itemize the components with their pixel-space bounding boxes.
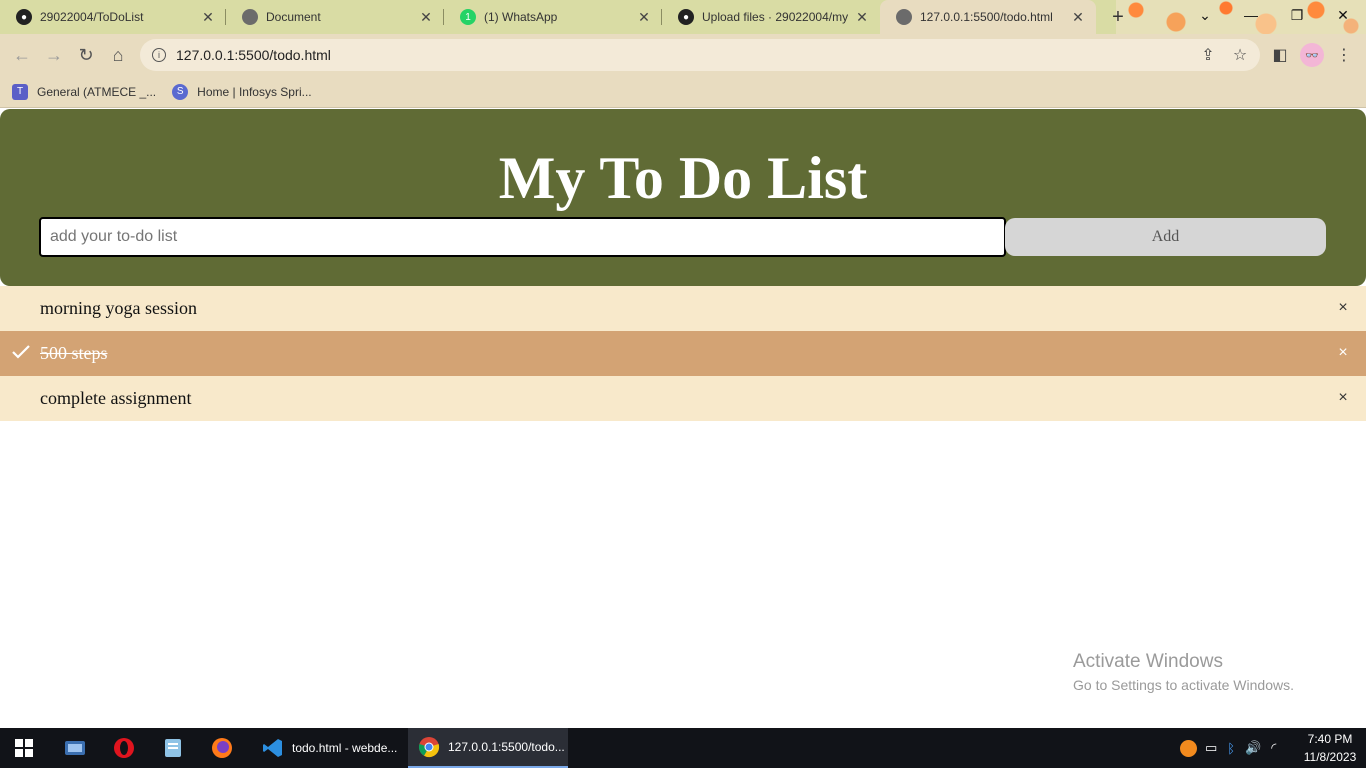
- delete-icon[interactable]: ×: [1334, 388, 1352, 408]
- browser-tab-strip: ● 29022004/ToDoList ✕ Document ✕ 1 (1) W…: [0, 0, 1366, 34]
- tab-upload-files[interactable]: ● Upload files · 29022004/my ✕: [662, 0, 880, 34]
- taskbar-app-label: todo.html - webde...: [292, 741, 398, 755]
- github-icon: ●: [16, 9, 32, 25]
- windows-start-icon[interactable]: [12, 736, 36, 760]
- star-icon[interactable]: ☆: [1228, 43, 1252, 67]
- tab-title: Document: [266, 10, 321, 24]
- page-title: My To Do List: [498, 145, 868, 211]
- todo-text: 500 steps: [40, 343, 108, 363]
- watermark-subtitle: Go to Settings to activate Windows.: [1073, 677, 1294, 693]
- home-button[interactable]: ⌂: [106, 43, 130, 67]
- list-item[interactable]: morning yoga session ×: [0, 286, 1366, 331]
- tab-title: (1) WhatsApp: [484, 10, 558, 24]
- menu-icon[interactable]: ⋮: [1332, 43, 1356, 67]
- tab-github-todolist[interactable]: ● 29022004/ToDoList ✕: [0, 0, 226, 34]
- tab-todo-active[interactable]: 127.0.0.1:5500/todo.html ✕: [880, 0, 1096, 34]
- close-icon[interactable]: ✕: [200, 9, 216, 26]
- address-text: 127.0.0.1:5500/todo.html: [176, 47, 331, 63]
- wifi-icon[interactable]: ◜: [1271, 740, 1276, 756]
- system-clock[interactable]: 7:40 PM 11/8/2023: [1300, 730, 1360, 766]
- bluetooth-icon[interactable]: ᛒ: [1227, 741, 1235, 756]
- list-item[interactable]: complete assignment ×: [0, 376, 1366, 421]
- window-close-button[interactable]: ✕: [1320, 0, 1366, 30]
- bookmarks-bar: T General (ATMECE _... S Home | Infosys …: [0, 76, 1366, 108]
- close-icon[interactable]: ✕: [854, 9, 870, 26]
- vscode-icon: [262, 737, 284, 759]
- task-view-icon[interactable]: [63, 736, 87, 760]
- bookmark-label: General (ATMECE _...: [37, 84, 157, 99]
- tab-title: 29022004/ToDoList: [40, 10, 144, 24]
- watermark-title: Activate Windows: [1073, 651, 1223, 672]
- browser-toolbar: ← → ↻ ⌂ i 127.0.0.1:5500/todo.html ⇪ ☆ ◧…: [0, 34, 1366, 76]
- checkmark-icon: [12, 345, 30, 359]
- teams-icon: T: [12, 83, 28, 100]
- new-tab-button[interactable]: +: [1106, 5, 1130, 29]
- battery-icon[interactable]: ▭: [1205, 740, 1217, 756]
- chevron-down-icon[interactable]: ⌄: [1182, 0, 1228, 30]
- chrome-icon: [418, 736, 440, 758]
- notepad-icon[interactable]: [161, 736, 185, 760]
- profile-avatar[interactable]: 👓: [1300, 43, 1324, 67]
- side-panel-icon[interactable]: ◧: [1268, 43, 1292, 67]
- tab-whatsapp[interactable]: 1 (1) WhatsApp ✕: [444, 0, 662, 34]
- tab-title: 127.0.0.1:5500/todo.html: [920, 10, 1053, 24]
- activate-windows-watermark: Activate Windows Go to Settings to activ…: [1073, 650, 1294, 696]
- restore-button[interactable]: ❐: [1274, 0, 1320, 30]
- tab-document[interactable]: Document ✕: [226, 0, 444, 34]
- list-item-checked[interactable]: 500 steps ×: [0, 331, 1366, 376]
- volume-icon[interactable]: 🔊: [1245, 740, 1261, 756]
- todo-header: My To Do List Add: [0, 109, 1366, 286]
- opera-icon[interactable]: [112, 736, 136, 760]
- page-content: My To Do List Add morning yoga session ×…: [0, 109, 1366, 728]
- bookmark-infosys[interactable]: S Home | Infosys Spri...: [172, 83, 312, 100]
- taskbar-app-label: 127.0.0.1:5500/todo...: [448, 740, 565, 754]
- close-icon[interactable]: ✕: [636, 9, 652, 26]
- back-button[interactable]: ←: [10, 43, 34, 67]
- todo-text: complete assignment: [40, 388, 192, 408]
- clock-time: 7:40 PM: [1307, 732, 1353, 746]
- notification-app-icon[interactable]: [1180, 739, 1197, 757]
- firefox-icon[interactable]: [210, 736, 234, 760]
- clock-date: 11/8/2023: [1303, 750, 1357, 764]
- info-icon[interactable]: i: [152, 48, 166, 62]
- address-bar[interactable]: i 127.0.0.1:5500/todo.html: [140, 39, 1260, 71]
- whatsapp-icon: 1: [460, 9, 476, 25]
- share-icon[interactable]: ⇪: [1196, 43, 1220, 67]
- close-icon[interactable]: ✕: [418, 9, 434, 26]
- todo-text: morning yoga session: [40, 298, 197, 318]
- reload-button[interactable]: ↻: [74, 43, 98, 67]
- todo-input[interactable]: [39, 217, 1006, 257]
- infosys-icon: S: [172, 83, 189, 100]
- bookmark-label: Home | Infosys Spri...: [197, 84, 312, 99]
- globe-icon: [242, 9, 258, 25]
- taskbar: todo.html - webde... 127.0.0.1:5500/todo…: [0, 728, 1366, 768]
- github-icon: ●: [678, 9, 694, 25]
- bookmark-general[interactable]: T General (ATMECE _...: [12, 83, 157, 100]
- todo-list: morning yoga session × 500 steps × compl…: [0, 286, 1366, 421]
- delete-icon[interactable]: ×: [1334, 298, 1352, 318]
- globe-icon: [896, 9, 912, 25]
- delete-icon[interactable]: ×: [1334, 343, 1352, 363]
- add-button[interactable]: Add: [1005, 218, 1326, 256]
- tab-title: Upload files · 29022004/my: [702, 10, 849, 24]
- close-icon[interactable]: ✕: [1070, 9, 1086, 26]
- taskbar-app-chrome[interactable]: 127.0.0.1:5500/todo...: [408, 728, 568, 768]
- forward-button[interactable]: →: [42, 43, 66, 67]
- system-tray: ▭ ᛒ 🔊 ◜: [1180, 728, 1276, 768]
- minimize-button[interactable]: —: [1228, 0, 1274, 30]
- taskbar-app-vscode[interactable]: todo.html - webde...: [252, 728, 404, 768]
